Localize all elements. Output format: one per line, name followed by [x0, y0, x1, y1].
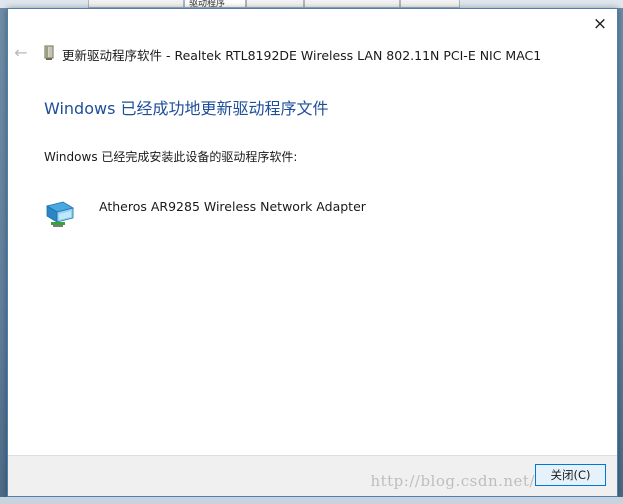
installed-device-name: Atheros AR9285 Wireless Network Adapter — [99, 199, 366, 214]
back-arrow-icon[interactable]: ← — [12, 44, 30, 62]
background-window-tabstrip: 驱动程序 — [0, 0, 623, 8]
close-icon[interactable]: × — [589, 13, 611, 35]
status-message: Windows 已经完成安装此设备的驱动程序软件: — [44, 150, 298, 164]
window-title: 更新驱动程序软件 - Realtek RTL8192DE Wireless LA… — [62, 48, 542, 63]
dialog-footer: http://blog.csdn.net/ 关闭(C) — [8, 455, 617, 496]
background-tab — [246, 0, 304, 8]
watermark-text: http://blog.csdn.net/ — [370, 472, 535, 490]
background-tab-driver: 驱动程序 — [184, 0, 246, 8]
background-tab — [304, 0, 400, 8]
close-button[interactable]: 关闭(C) — [535, 464, 606, 486]
network-card-icon — [44, 45, 54, 60]
network-adapter-icon — [45, 201, 75, 227]
update-driver-dialog: × ← 更新驱动程序软件 - Realtek RTL8192DE Wireles… — [7, 8, 618, 497]
dialog-titlebar: ← 更新驱动程序软件 - Realtek RTL8192DE Wireless … — [8, 41, 617, 65]
background-tab — [400, 0, 460, 8]
background-window-bottom — [0, 497, 623, 504]
page-heading: Windows 已经成功地更新驱动程序文件 — [44, 99, 329, 118]
background-tab — [88, 0, 184, 8]
